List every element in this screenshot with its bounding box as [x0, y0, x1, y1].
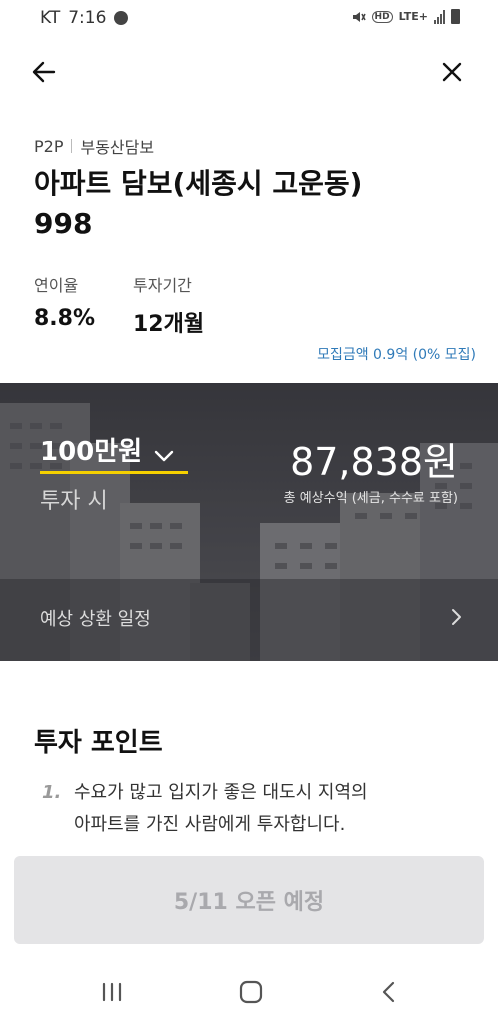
invest-point-title: 투자 포인트	[34, 728, 163, 758]
point-text-line-1: 수요가 많고 입지가 좋은 대도시 지역의	[74, 782, 368, 803]
point-text-line-2: 아파트를 가진 사람에게 투자합니다.	[74, 814, 346, 835]
category-label: P2P	[34, 136, 64, 156]
back-icon[interactable]	[378, 980, 402, 1004]
period-value: 12개월	[133, 312, 205, 337]
subcategory-label: 부동산담보	[80, 138, 155, 157]
system-nav-bar	[0, 960, 498, 1024]
period-label: 투자기간	[133, 276, 192, 295]
expected-return: 87,838원	[290, 440, 458, 484]
investment-amount: 100만원	[40, 437, 143, 467]
mute-icon	[352, 11, 366, 22]
recruit-amount: 모집금액 0.9억 (0% 모집)	[317, 347, 476, 363]
expected-return-note: 총 예상수익 (세금, 수수료 포함)	[283, 491, 458, 506]
chevron-right-icon	[452, 609, 461, 625]
point-text: 수요가 많고 입지가 좋은 대도시 지역의 아파트를 가진 사람에게 투자합니다…	[74, 777, 462, 841]
investment-hero: 100만원 투자 시 87,838원 총 예상수익 (세금, 수수료 포함) 예…	[0, 383, 498, 661]
repayment-schedule-row[interactable]: 예상 상환 일정	[0, 579, 498, 661]
battery-icon	[451, 9, 460, 24]
period-stat: 투자기간 12개월	[133, 272, 204, 338]
hd-badge: HD	[371, 10, 393, 23]
open-schedule-button[interactable]: 5/11 오픈 예정	[14, 856, 484, 944]
chevron-down-icon	[155, 450, 174, 461]
arrow-left-icon	[32, 61, 56, 83]
clock: 7:16	[68, 8, 107, 28]
product-number: 998	[34, 207, 93, 240]
rate-value: 8.8%	[34, 306, 96, 331]
status-bar: KT 7:16 HD LTE+	[0, 0, 498, 36]
network-type: LTE+	[398, 10, 428, 23]
invest-point-item: 1. 수요가 많고 입지가 좋은 대도시 지역의 아파트를 가진 사람에게 투자…	[42, 782, 462, 841]
close-icon	[442, 62, 462, 82]
home-icon[interactable]	[239, 980, 263, 1004]
point-number: 1.	[42, 782, 62, 803]
amount-subtitle: 투자 시	[40, 489, 108, 514]
product-title: 아파트 담보(세종시 고운동)	[34, 167, 363, 200]
recent-apps-icon[interactable]	[100, 982, 124, 1002]
category-breadcrumb: P2P 부동산담보	[34, 134, 154, 158]
notification-dot-icon	[114, 11, 129, 25]
repayment-schedule-label: 예상 상환 일정	[40, 609, 151, 630]
carrier: KT	[40, 8, 61, 28]
top-nav	[0, 50, 498, 94]
divider	[71, 139, 73, 153]
rate-label: 연이율	[34, 276, 79, 295]
status-right: HD LTE+	[352, 9, 460, 24]
rate-stat: 연이율 8.8%	[34, 272, 95, 331]
close-button[interactable]	[436, 56, 468, 88]
amount-underline	[40, 471, 188, 474]
back-button[interactable]	[28, 56, 60, 88]
amount-selector[interactable]: 100만원	[40, 431, 175, 468]
signal-icon	[434, 9, 445, 24]
status-left: KT 7:16	[40, 8, 129, 28]
